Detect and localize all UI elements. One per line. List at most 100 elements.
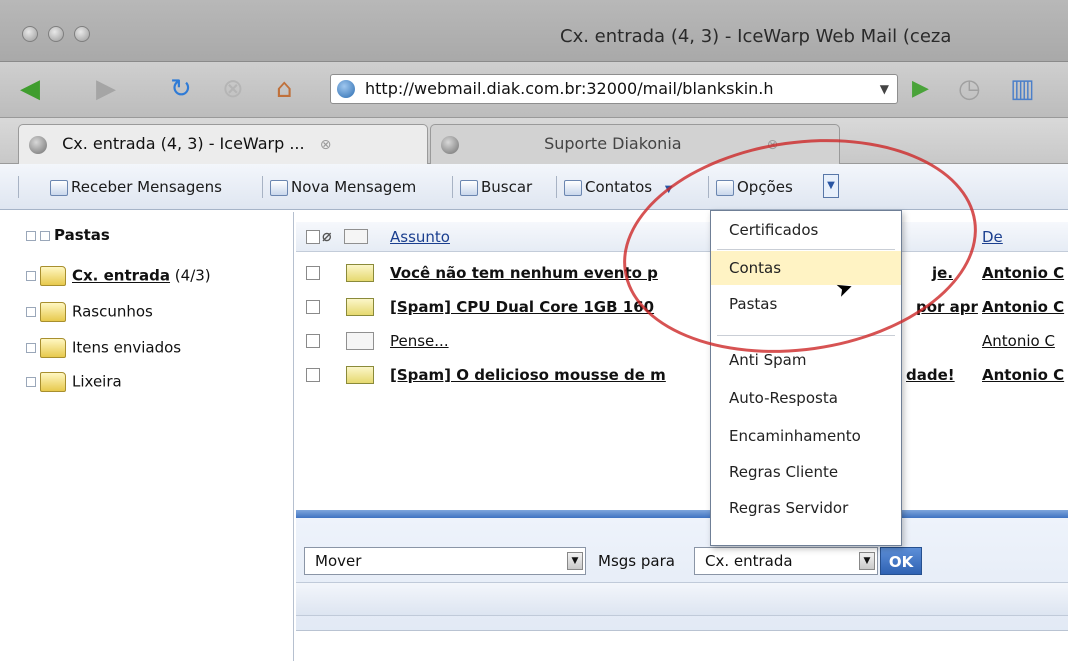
binoculars-icon	[460, 179, 478, 196]
message-checkbox[interactable]	[306, 266, 320, 280]
contacts-button[interactable]: Contatos ▼	[564, 176, 673, 201]
window-title: Cx. entrada (4, 3) - IceWarp Web Mail (c…	[560, 26, 952, 47]
tree-node-icon	[26, 307, 36, 317]
zoom-window-icon[interactable]	[74, 26, 90, 42]
tab-close-icon[interactable]: ⊗	[767, 137, 779, 153]
msgs-for-label: Msgs para	[598, 552, 675, 570]
target-folder-select[interactable]: Cx. entrada ▼	[694, 547, 878, 575]
folder-icon	[40, 266, 66, 286]
ok-button[interactable]: OK	[880, 547, 922, 575]
envelope-unread-icon	[346, 264, 374, 282]
menu-item-encaminhamento[interactable]: Encaminhamento	[711, 419, 901, 453]
menu-item-auto-resposta[interactable]: Auto-Resposta	[711, 381, 901, 415]
folder-inbox[interactable]: Cx. entrada (4/3)	[26, 266, 211, 286]
message-subject[interactable]: Pense...	[390, 332, 449, 350]
tab-suporte[interactable]: Suporte Diakonia ⊗	[430, 124, 840, 164]
back-arrow-icon[interactable]: ◀	[20, 74, 40, 104]
contacts-dropdown-icon[interactable]: ▼	[665, 184, 673, 195]
menu-item-regras-cliente[interactable]: Regras Cliente	[711, 455, 901, 489]
receive-messages-button[interactable]: Receber Mensagens	[50, 176, 222, 198]
message-subject-tail[interactable]: dade!	[906, 366, 955, 384]
message-checkbox[interactable]	[306, 368, 320, 382]
toolbar-grip	[18, 176, 19, 198]
envelope-icon	[344, 229, 368, 244]
reload-icon[interactable]: ↻	[170, 74, 192, 104]
tab-globe-icon	[441, 135, 459, 154]
bookmarks-icon[interactable]: ▥	[1010, 74, 1035, 104]
action-select[interactable]: Mover ▼	[304, 547, 586, 575]
new-message-button[interactable]: Nova Mensagem	[270, 176, 416, 198]
message-from[interactable]: Antonio C	[982, 298, 1064, 316]
message-subject[interactable]: [Spam] CPU Dual Core 1GB 160	[390, 298, 654, 316]
stop-icon[interactable]: ⊗	[222, 74, 244, 104]
collapse-all-icon[interactable]	[40, 230, 50, 241]
options-button[interactable]: Opções	[716, 176, 793, 198]
address-bar[interactable]: http://webmail.diak.com.br:32000/mail/bl…	[330, 74, 898, 104]
folder-drafts[interactable]: Rascunhos	[26, 302, 153, 322]
column-subject[interactable]: Assunto	[390, 228, 450, 246]
tab-globe-icon	[29, 135, 47, 154]
menu-separator	[717, 249, 895, 250]
preview-pane	[296, 630, 1068, 661]
envelope-unread-icon	[346, 366, 374, 384]
toolbar-separator	[452, 176, 453, 198]
message-from[interactable]: Antonio C	[982, 264, 1064, 282]
message-checkbox[interactable]	[306, 334, 320, 348]
chevron-down-icon[interactable]: ▼	[859, 552, 875, 570]
go-icon[interactable]: ▶	[912, 74, 929, 104]
options-menu: Certificados Contas Pastas Anti Spam Aut…	[710, 210, 902, 546]
home-icon[interactable]: ⌂	[276, 74, 293, 104]
history-clock-icon[interactable]: ◷	[958, 74, 981, 104]
message-from[interactable]: Antonio C	[982, 366, 1064, 384]
folder-icon	[40, 372, 66, 392]
menu-separator	[717, 335, 895, 336]
tab-close-icon[interactable]: ⊗	[320, 137, 332, 153]
search-button[interactable]: Buscar	[460, 176, 532, 198]
address-book-icon	[564, 179, 582, 196]
tree-node-icon	[26, 377, 36, 387]
menu-item-regras-servidor[interactable]: Regras Servidor	[711, 491, 901, 525]
message-subject-tail[interactable]: je.	[932, 264, 953, 282]
tab-inbox[interactable]: Cx. entrada (4, 3) - IceWarp ... ⊗	[18, 124, 428, 164]
preview-toolbar	[296, 582, 1068, 616]
folder-trash[interactable]: Lixeira	[26, 372, 122, 392]
expand-all-icon[interactable]	[26, 230, 36, 241]
message-subject[interactable]: [Spam] O delicioso mousse de m	[390, 366, 666, 384]
folder-icon	[40, 302, 66, 322]
envelope-unread-icon	[346, 298, 374, 316]
receive-icon	[50, 179, 68, 196]
message-subject[interactable]: Você não tem nenhum evento p	[390, 264, 658, 282]
toolbar-separator	[708, 176, 709, 198]
close-window-icon[interactable]	[22, 26, 38, 42]
tree-node-icon	[26, 343, 36, 353]
menu-item-pastas[interactable]: Pastas	[711, 287, 901, 321]
message-list	[296, 212, 1068, 512]
menu-item-certificados[interactable]: Certificados	[711, 213, 901, 247]
new-message-icon	[270, 179, 288, 196]
pane-splitter[interactable]	[296, 510, 1068, 518]
select-all-checkbox[interactable]	[306, 230, 320, 244]
attachment-icon: ⌀	[322, 226, 332, 245]
toolbar-separator	[556, 176, 557, 198]
minimize-window-icon[interactable]	[48, 26, 64, 42]
folder-sent[interactable]: Itens enviados	[26, 338, 181, 358]
forward-arrow-icon[interactable]: ▶	[96, 74, 116, 104]
message-checkbox[interactable]	[306, 300, 320, 314]
folder-icon	[40, 338, 66, 358]
address-url: http://webmail.diak.com.br:32000/mail/bl…	[365, 79, 774, 98]
options-dropdown-icon[interactable]: ▼	[823, 174, 839, 198]
tab-label: Cx. entrada (4, 3) - IceWarp ...	[62, 134, 305, 153]
menu-item-anti-spam[interactable]: Anti Spam	[711, 343, 901, 377]
globe-icon	[337, 80, 355, 98]
message-from[interactable]: Antonio C	[982, 332, 1055, 350]
chevron-down-icon[interactable]: ▼	[567, 552, 583, 570]
message-subject-tail[interactable]: por apr	[916, 298, 978, 316]
options-icon	[716, 179, 734, 196]
menu-item-contas[interactable]: Contas	[711, 251, 901, 285]
tab-label: Suporte Diakonia	[544, 134, 682, 153]
column-from[interactable]: De	[982, 228, 1003, 246]
chevron-down-icon[interactable]: ▼	[880, 75, 889, 103]
folders-root[interactable]: Pastas	[26, 226, 110, 244]
tree-node-icon	[26, 271, 36, 281]
toolbar-separator	[262, 176, 263, 198]
